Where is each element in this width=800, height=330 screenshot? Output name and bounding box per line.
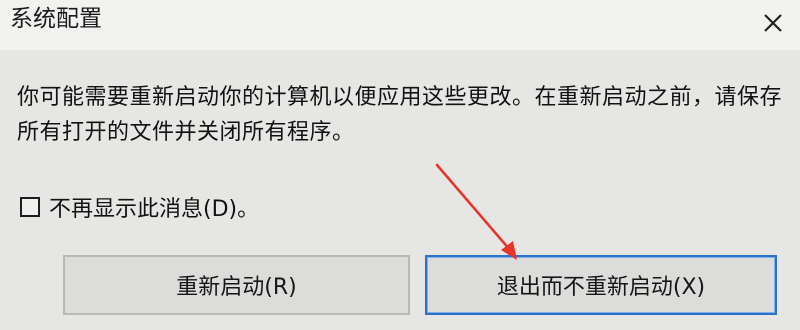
exit-without-restart-button[interactable]: 退出而不重新启动(X) — [425, 255, 777, 315]
close-button[interactable] — [756, 6, 790, 40]
dont-show-again-label[interactable]: 不再显示此消息(D)。 — [49, 191, 259, 223]
dont-show-again-checkbox[interactable] — [20, 197, 40, 217]
dialog-title: 系统配置 — [10, 6, 102, 32]
title-bar: 系统配置 — [0, 0, 800, 50]
dialog-body: 你可能需要重新启动你的计算机以便应用这些更改。在重新启动之前，请保存所有打开的文… — [0, 50, 800, 330]
close-icon — [764, 14, 782, 32]
dont-show-again-option[interactable]: 不再显示此消息(D)。 — [20, 192, 259, 222]
system-configuration-dialog: 系统配置 你可能需要重新启动你的计算机以便应用这些更改。在重新启动之前，请保存所… — [0, 0, 800, 330]
restart-message: 你可能需要重新启动你的计算机以便应用这些更改。在重新启动之前，请保存所有打开的文… — [17, 85, 783, 145]
restart-button[interactable]: 重新启动(R) — [63, 255, 410, 315]
